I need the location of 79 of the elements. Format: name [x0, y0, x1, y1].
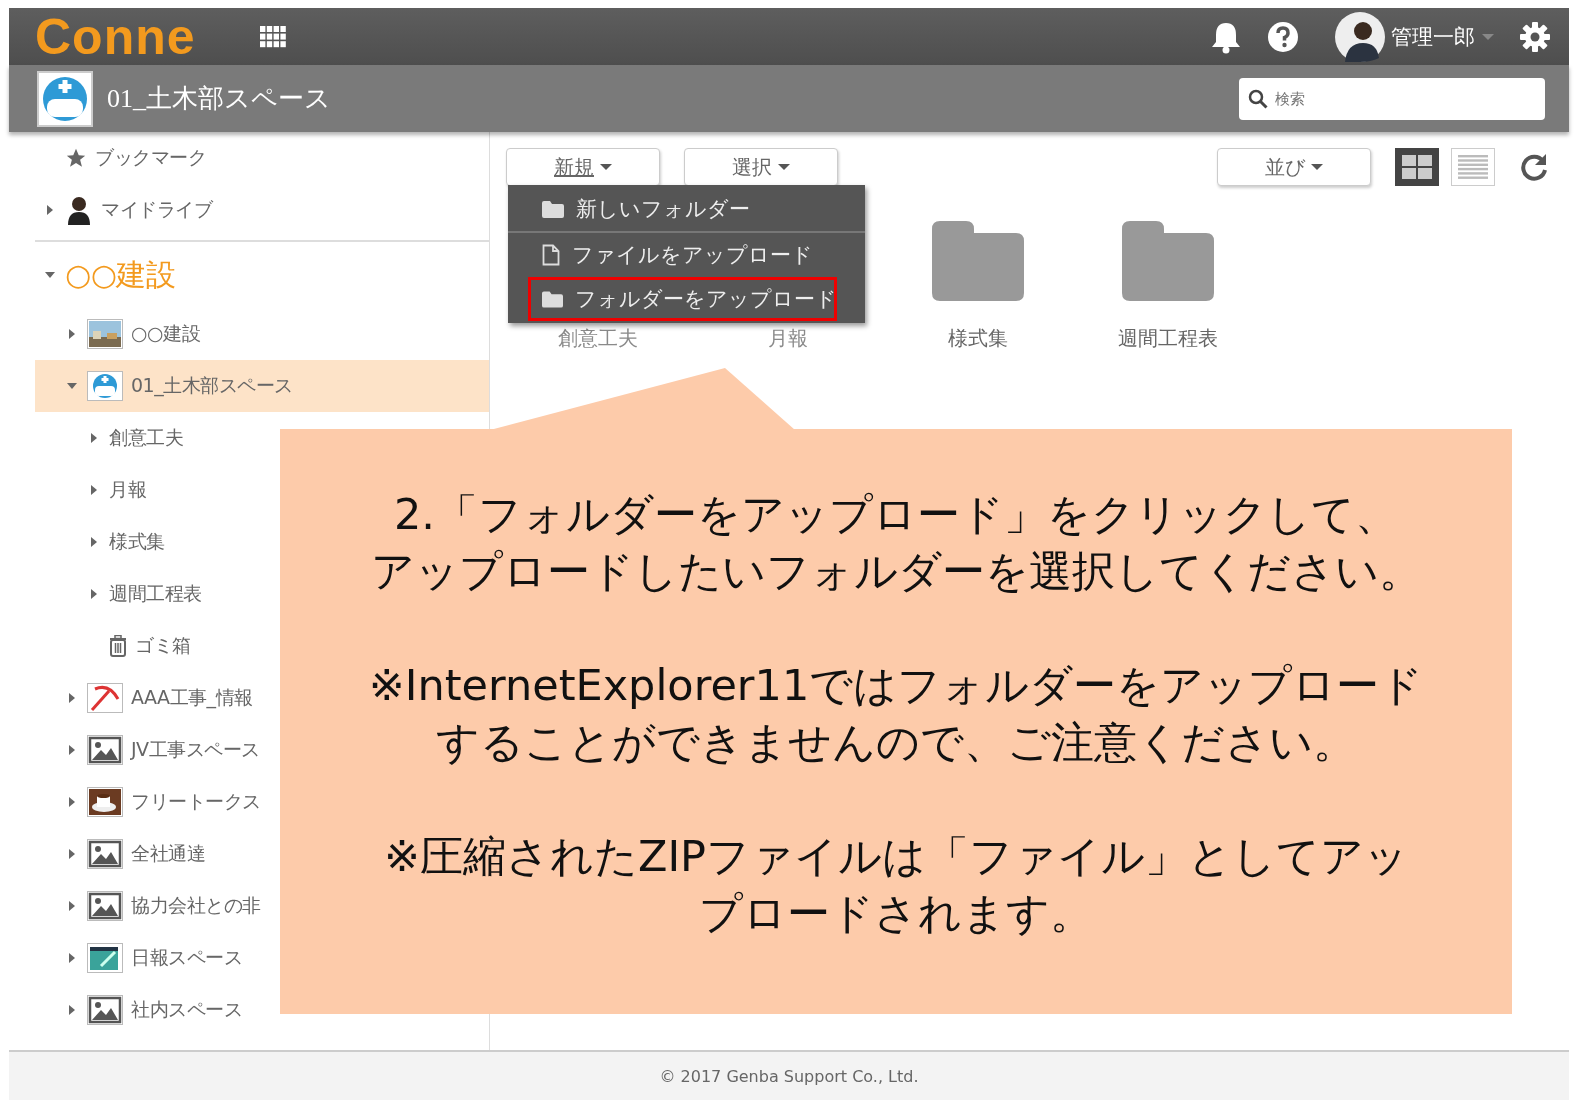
pickaxe-icon	[87, 683, 123, 713]
item-label: ブックマーク	[95, 145, 206, 170]
settings-icon[interactable]	[1519, 20, 1551, 53]
folder-icon	[542, 290, 563, 308]
caret-down-icon	[778, 163, 790, 171]
item-label: ゴミ箱	[135, 633, 191, 658]
sidebar-item[interactable]: ○○建設	[35, 308, 201, 360]
sidebar-item[interactable]: ゴミ箱	[35, 620, 191, 672]
item-label: 協力会社との非	[131, 893, 261, 918]
menu-item[interactable]: ファイルをアップロード	[508, 233, 865, 277]
item-label: JV工事スペース	[131, 737, 260, 762]
item-label: マイドライブ	[101, 197, 212, 222]
item-label: 日報スペース	[131, 945, 242, 970]
file-icon	[542, 244, 560, 266]
sort-button[interactable]: 並び	[1217, 148, 1371, 186]
caret-down-icon	[1311, 163, 1323, 171]
image-icon	[87, 891, 123, 921]
sidebar-item[interactable]: AAA工事_情報	[35, 672, 253, 724]
sidebar-item[interactable]: 01_土木部スペース	[35, 360, 489, 412]
sidebar-item[interactable]: 創意工夫	[35, 412, 183, 464]
folder-icon	[542, 200, 564, 218]
sidebar-item[interactable]: 全社通達	[35, 828, 205, 880]
trash-icon	[109, 635, 127, 657]
sidebar-item[interactable]: 社内スペース	[35, 984, 242, 1036]
image-icon	[87, 839, 123, 869]
image-icon	[87, 735, 123, 765]
item-label: 01_土木部スペース	[131, 373, 293, 399]
sidebar-item[interactable]: 様式集	[35, 516, 165, 568]
menu-item[interactable]: フォルダーをアップロード	[528, 277, 837, 321]
refresh-icon[interactable]	[1519, 152, 1549, 182]
apps-grid-icon[interactable]	[259, 25, 286, 48]
folder-icon[interactable]	[932, 221, 1024, 301]
copyright-text: © 2017 Genba Support Co., Ltd.	[659, 1066, 919, 1086]
item-label: フリートークス	[131, 789, 261, 814]
item-label: 月報	[109, 477, 146, 502]
helmet-icon	[37, 70, 93, 127]
item-label: 創意工夫	[109, 425, 183, 450]
folder-name[interactable]: 創意工夫	[558, 325, 638, 352]
search-field[interactable]: 検索	[1239, 77, 1545, 120]
item-label: ○○建設	[65, 255, 176, 294]
image-icon	[87, 995, 123, 1025]
folder-name[interactable]: 週間工程表	[1118, 325, 1218, 352]
sidebar-item[interactable]: ブックマーク	[35, 132, 206, 184]
folder-name[interactable]: 様式集	[948, 325, 1008, 352]
item-label: 社内スペース	[131, 997, 242, 1022]
sidebar-item[interactable]: JV工事スペース	[35, 724, 260, 776]
sidebar-item[interactable]: 月報	[35, 464, 146, 516]
item-label: 全社通達	[131, 841, 205, 866]
help-icon[interactable]	[1267, 20, 1299, 53]
sidebar-item[interactable]: マイドライブ	[35, 184, 212, 236]
item-label: AAA工事_情報	[131, 685, 253, 711]
sidebar-item[interactable]: フリートークス	[35, 776, 261, 828]
select-button[interactable]: 選択	[684, 148, 838, 186]
user-name[interactable]: 管理一郎	[1391, 22, 1475, 51]
item-label: 週間工程表	[109, 581, 202, 606]
new-button[interactable]: 新規	[506, 148, 660, 186]
helmet-icon	[87, 371, 123, 401]
caret-down-icon	[600, 163, 612, 171]
sidebar-item[interactable]: 週間工程表	[35, 568, 202, 620]
item-label: 様式集	[109, 529, 165, 554]
sidebar-item[interactable]: 協力会社との非	[35, 880, 261, 932]
avatar-icon	[65, 195, 93, 225]
callout-text: ※圧縮されたZIPファイルは「ファイル」としてアッ プロードされます。	[382, 830, 1410, 940]
star-icon	[65, 147, 87, 169]
item-label: ○○建設	[131, 321, 201, 346]
coffee-cup-icon	[87, 787, 123, 817]
space-title: 01_土木部スペース	[107, 83, 331, 115]
logo[interactable]: Conne	[35, 11, 196, 62]
menu-item[interactable]: 新しいフォルダー	[508, 187, 865, 231]
grid-view-button[interactable]	[1395, 148, 1439, 186]
search-icon	[1248, 88, 1268, 109]
sidebar-item[interactable]: 日報スペース	[35, 932, 242, 984]
notebook-icon	[87, 943, 123, 973]
photo-thumbnail-icon	[87, 319, 123, 349]
user-avatar[interactable]	[1335, 11, 1385, 62]
callout-text: 2.「フォルダーをアップロード」をクリックして、 アップロードしたいフォルダーを選択してください。	[369, 488, 1423, 598]
callout-text: ※InternetExplorer11ではフォルダーをアップロード することができませんので、ご注意ください。	[367, 659, 1425, 769]
folder-icon[interactable]	[1122, 221, 1214, 301]
folder-name[interactable]: 月報	[768, 325, 808, 352]
